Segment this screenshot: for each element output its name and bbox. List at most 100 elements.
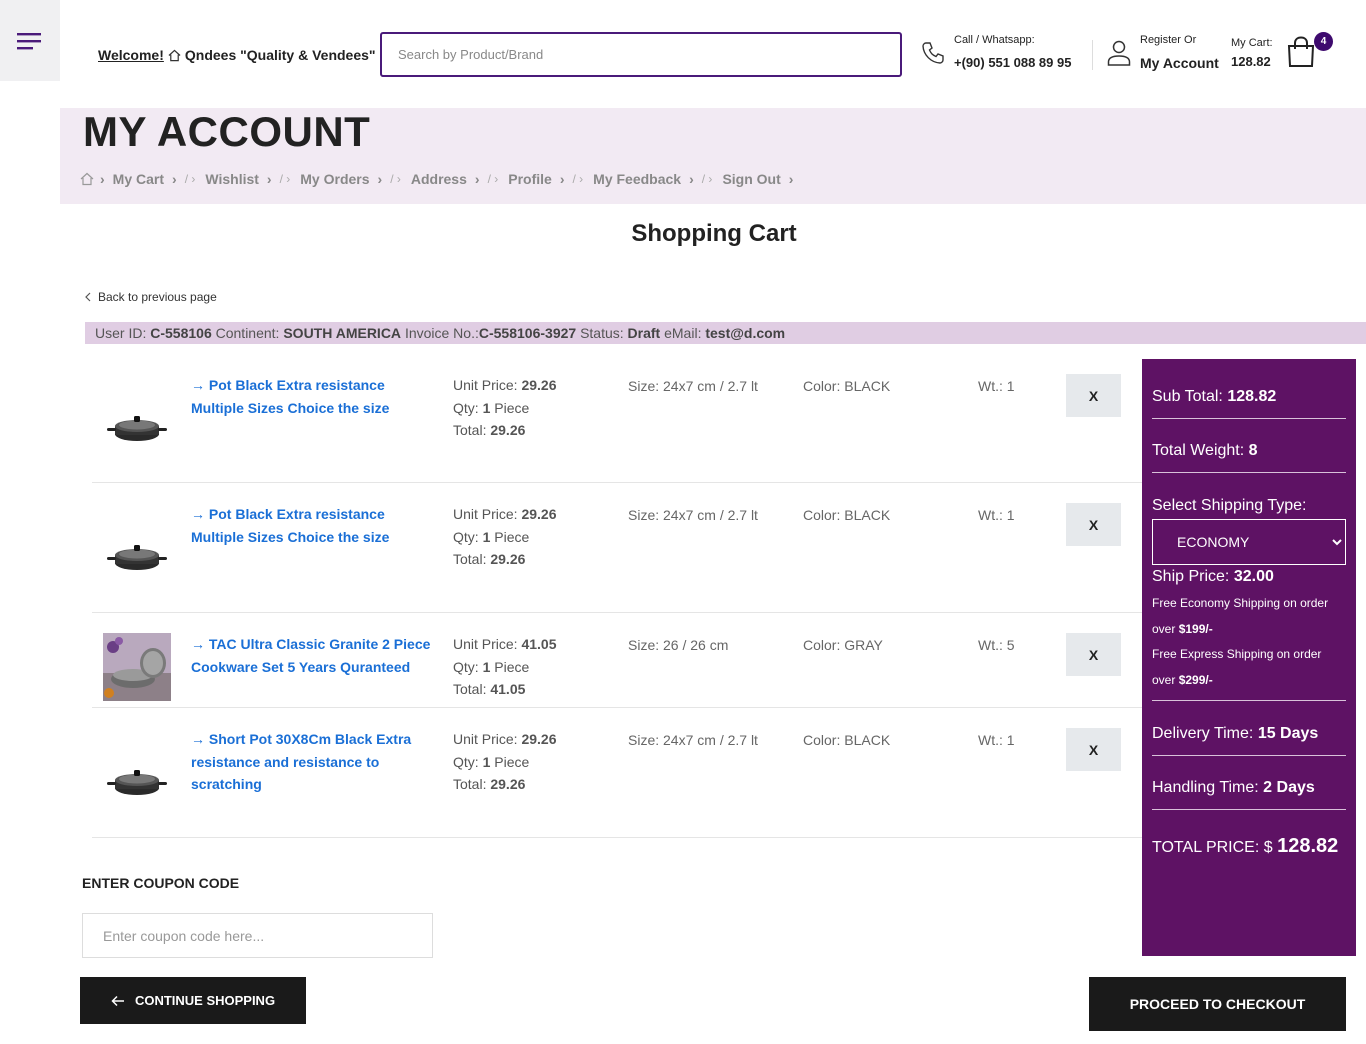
register-link[interactable]: Register Or — [1140, 34, 1196, 46]
cart-count-badge: 4 — [1314, 32, 1333, 51]
color-value: BLACK — [844, 507, 891, 523]
breadcrumb-sign-out[interactable]: Sign Out — [722, 171, 780, 187]
home-icon[interactable] — [80, 172, 94, 186]
qty-value: 1 — [482, 528, 491, 545]
piece-label: Piece — [494, 399, 530, 416]
ship-price-value: 32.00 — [1233, 568, 1274, 585]
chevron-right-icon: › — [100, 171, 105, 187]
shipping-type-select[interactable]: ECONOMY — [1152, 519, 1346, 565]
unit-price-value: 29.26 — [521, 506, 557, 522]
free-economy-note: Free Economy Shipping on order over $199… — [1152, 591, 1346, 642]
size-value: 26 / 26 cm — [663, 637, 729, 653]
page-title: MY ACCOUNT — [83, 108, 371, 155]
piece-label: Piece — [494, 753, 530, 770]
user-icon[interactable] — [1107, 40, 1131, 66]
qty-label: Qty: — [453, 658, 479, 675]
item-total-value: 41.05 — [490, 681, 526, 697]
remove-item-button[interactable]: X — [1066, 374, 1121, 417]
wt-value: 5 — [1006, 637, 1015, 653]
breadcrumb-my-feedback[interactable]: My Feedback — [593, 171, 681, 187]
unit-price-value: 29.26 — [521, 377, 557, 393]
user-id-label: User ID: — [95, 325, 147, 341]
shopping-cart-title: Shopping Cart — [631, 220, 797, 247]
total-price-value: 128.82 — [1277, 835, 1339, 857]
item-total-value: 29.26 — [490, 422, 526, 438]
unit-price-label: Unit Price: — [453, 377, 518, 393]
breadcrumb-separator: / › — [390, 172, 401, 186]
handling-value: 2 Days — [1263, 779, 1315, 796]
continue-shopping-button[interactable]: CONTINUE SHOPPING — [80, 977, 306, 1024]
unit-price-label: Unit Price: — [453, 731, 518, 747]
free-express-note: Free Express Shipping on order over $299… — [1152, 642, 1346, 693]
summary-divider — [1152, 700, 1346, 701]
unit-price-label: Unit Price: — [453, 636, 518, 652]
wt-label: Wt.: — [978, 507, 1003, 523]
chevron-right-icon: › — [689, 171, 694, 187]
chevron-left-icon — [85, 292, 91, 302]
product-name-link[interactable]: → Pot Black Extra resistance Multiple Si… — [191, 503, 441, 548]
weight-label: Total Weight: — [1152, 442, 1245, 459]
store-name[interactable]: Qndees "Quality & Vendees" — [185, 47, 376, 63]
color-info: Color: BLACK — [803, 507, 890, 523]
total-price-label: TOTAL PRICE: $ — [1152, 839, 1273, 856]
shopping-bag-icon[interactable] — [1286, 36, 1316, 68]
breadcrumb-profile[interactable]: Profile — [508, 171, 552, 187]
price-block: Unit Price: 29.26 Qty: 1 Piece Total: 29… — [453, 728, 557, 796]
breadcrumb-my-orders[interactable]: My Orders — [300, 171, 369, 187]
delivery-value: 15 Days — [1257, 725, 1319, 742]
search-input[interactable] — [380, 32, 902, 77]
delivery-label: Delivery Time: — [1152, 725, 1254, 742]
breadcrumb-wishlist[interactable]: Wishlist — [205, 171, 259, 187]
color-value: BLACK — [844, 732, 891, 748]
welcome-area: Welcome! Qndees "Quality & Vendees" — [98, 47, 376, 63]
size-info: Size: 24x7 cm / 2.7 lt — [628, 507, 758, 523]
breadcrumb-address[interactable]: Address — [411, 171, 467, 187]
free-express-text: Free Express Shipping on order over — [1152, 647, 1322, 687]
weight-info: Wt.: 1 — [978, 507, 1015, 523]
handling-label: Handling Time: — [1152, 779, 1259, 796]
cart-total: 128.82 — [1231, 54, 1271, 69]
wt-label: Wt.: — [978, 732, 1003, 748]
qty-label: Qty: — [453, 753, 479, 770]
product-name-link[interactable]: → Pot Black Extra resistance Multiple Si… — [191, 374, 441, 419]
header-divider — [1092, 40, 1093, 70]
size-label: Size: — [628, 732, 660, 748]
cart-label: My Cart: — [1231, 37, 1273, 49]
back-link[interactable]: Back to previous page — [84, 290, 217, 304]
breadcrumb-separator: / › — [701, 172, 713, 186]
back-link-label[interactable]: Back to previous page — [98, 290, 217, 304]
coupon-input[interactable] — [82, 913, 433, 958]
product-name-link[interactable]: → TAC Ultra Classic Granite 2 Piece Cook… — [191, 633, 441, 678]
cookware-set-photo[interactable] — [103, 633, 171, 701]
remove-item-button[interactable]: X — [1066, 728, 1121, 771]
item-total-value: 29.26 — [490, 776, 526, 792]
summary-divider — [1152, 809, 1346, 810]
hamburger-menu-button[interactable] — [0, 0, 60, 81]
remove-item-button[interactable]: X — [1066, 503, 1121, 546]
total-label: Total: — [453, 422, 487, 438]
product-name-link[interactable]: → Short Pot 30X8Cm Black Extra resistanc… — [191, 728, 441, 796]
price-block: Unit Price: 41.05 Qty: 1 Piece Total: 41… — [453, 633, 557, 701]
my-account-link[interactable]: My Account — [1140, 55, 1219, 71]
breadcrumb-my-cart[interactable]: My Cart — [113, 171, 164, 187]
invoice-value: C-558106-3927 — [478, 325, 577, 341]
total-price-row: TOTAL PRICE: $ 128.82 — [1152, 835, 1338, 858]
pot-icon[interactable] — [103, 742, 171, 810]
welcome-link[interactable]: Welcome! — [98, 47, 164, 63]
remove-item-button[interactable]: X — [1066, 633, 1121, 676]
subtotal-row: Sub Total: 128.82 — [1152, 388, 1346, 406]
chevron-right-icon: › — [172, 171, 177, 187]
user-id-value: C-558106 — [150, 325, 212, 341]
continue-shopping-label[interactable]: CONTINUE SHOPPING — [135, 993, 275, 1008]
item-total-value: 29.26 — [490, 551, 526, 567]
subtotal-value: 128.82 — [1227, 388, 1277, 405]
color-label: Color: — [803, 507, 841, 523]
summary-divider — [1152, 472, 1346, 473]
weight-info: Wt.: 1 — [978, 732, 1015, 748]
color-value: GRAY — [844, 637, 883, 653]
pot-icon[interactable] — [103, 517, 171, 585]
proceed-to-checkout-button[interactable]: PROCEED TO CHECKOUT — [1089, 977, 1346, 1031]
pot-icon[interactable] — [103, 388, 171, 456]
phone-number[interactable]: +(90) 551 088 89 95 — [954, 55, 1071, 70]
summary-divider — [1152, 418, 1346, 419]
